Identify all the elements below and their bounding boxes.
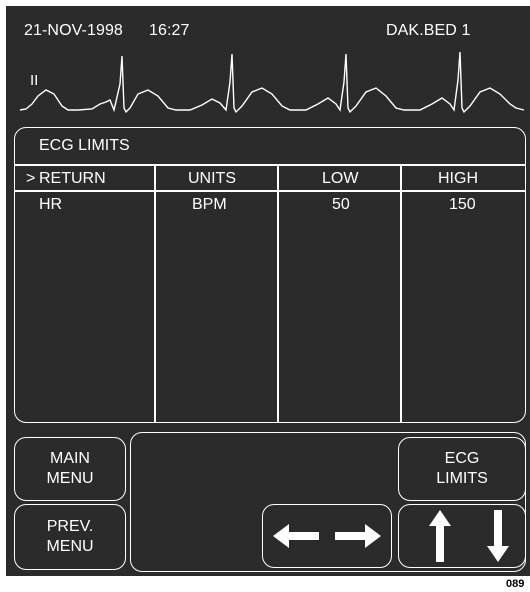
hr-high-limit[interactable]: 150 [449, 196, 476, 214]
prev-menu-button[interactable]: PREV. MENU [14, 504, 126, 570]
hr-low-limit[interactable]: 50 [332, 196, 350, 214]
up-down-arrows-icon [429, 510, 509, 562]
header-bed: DAK.BED 1 [386, 22, 471, 39]
hr-units: BPM [192, 196, 227, 213]
panel-title-divider [14, 164, 526, 166]
hr-parameter[interactable]: HR [39, 196, 62, 214]
return-option[interactable]: RETURN [39, 170, 106, 188]
header-date: 21-NOV-1998 [24, 22, 123, 39]
selection-cursor: > [26, 170, 36, 187]
units-column-header: UNITS [188, 170, 236, 187]
main-menu-button[interactable]: MAIN MENU [14, 437, 126, 501]
column-divider-2 [277, 164, 279, 423]
lead-label: II [30, 72, 38, 89]
left-right-arrows-icon [273, 524, 381, 548]
vertical-arrows-button[interactable] [398, 504, 526, 568]
panel-title: ECG LIMITS [39, 137, 130, 154]
horizontal-arrows-button[interactable] [262, 504, 392, 568]
ecg-waveform: II [19, 51, 525, 114]
figure-id: 089 [506, 578, 525, 590]
column-divider-3 [400, 164, 402, 423]
low-column-header: LOW [322, 170, 359, 187]
column-divider-1 [154, 164, 156, 423]
header-row-divider [14, 190, 526, 192]
ecg-limits-button[interactable]: ECG LIMITS [398, 437, 526, 501]
header-time: 16:27 [149, 22, 190, 39]
high-column-header: HIGH [438, 170, 478, 187]
